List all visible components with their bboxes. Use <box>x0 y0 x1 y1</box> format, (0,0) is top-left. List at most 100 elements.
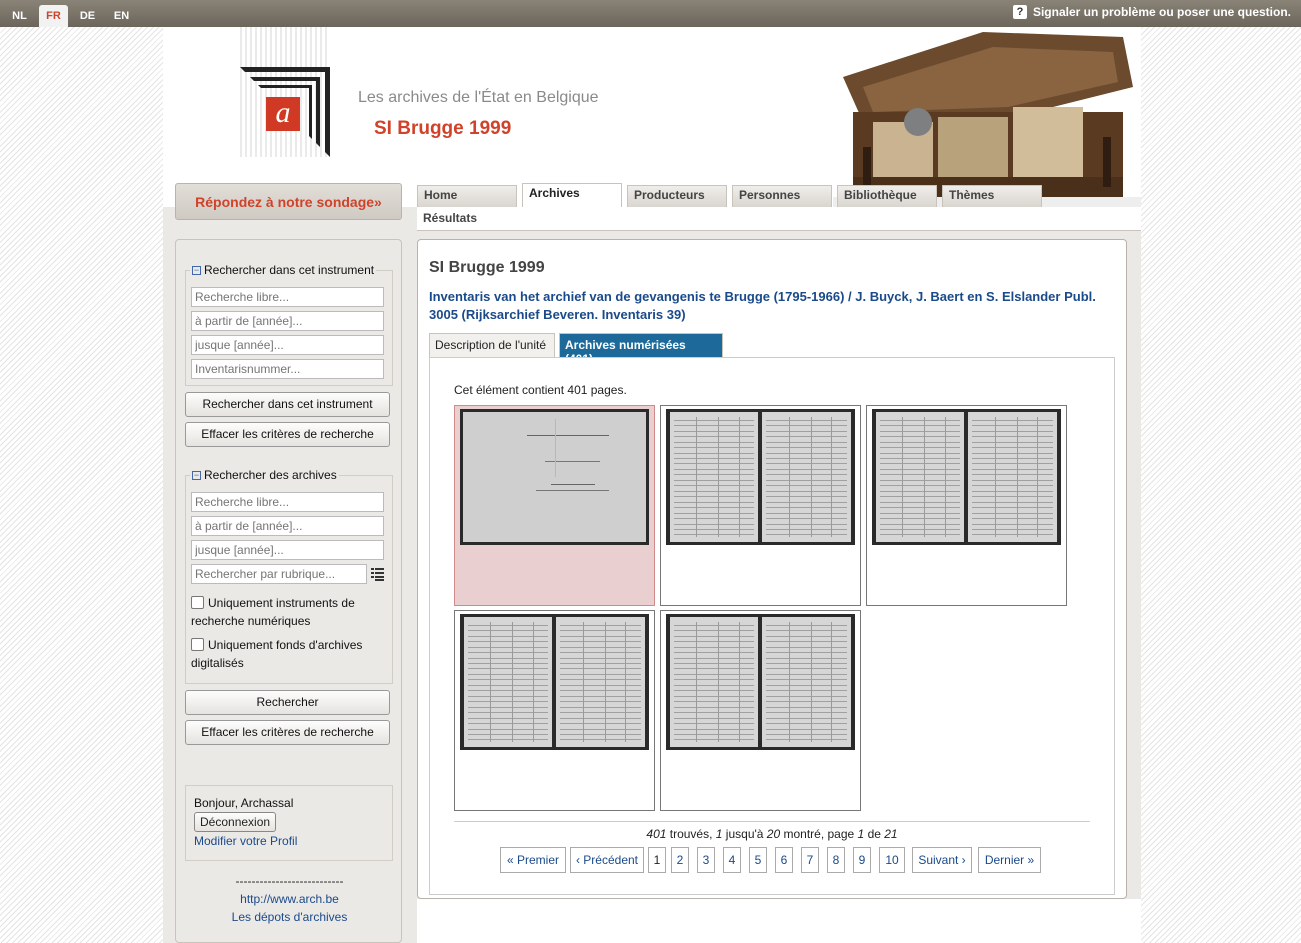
rubric-search-input[interactable] <box>191 564 367 584</box>
thumbnail-4[interactable] <box>454 610 655 811</box>
ruled-line <box>879 485 961 487</box>
report-problem-label: Signaler un problème ou poser une questi… <box>1032 5 1291 19</box>
archive-free-search-input[interactable] <box>191 492 384 512</box>
checkbox-unchecked[interactable] <box>191 638 204 651</box>
instrument-from-year-input[interactable] <box>191 311 384 331</box>
ruled-line <box>765 734 848 735</box>
tab-producteurs[interactable]: Producteurs <box>627 185 727 207</box>
ruled-line <box>673 690 755 692</box>
instrument-free-search-input[interactable] <box>191 287 384 307</box>
instrument-search-legend[interactable]: − Rechercher dans cet instrument <box>190 263 377 277</box>
ruled-line <box>673 529 755 530</box>
page-button-3[interactable]: 3 <box>697 847 715 873</box>
column-line <box>696 417 698 537</box>
page-button-4[interactable]: 4 <box>723 847 741 873</box>
page-button-1[interactable]: 1 <box>648 847 666 873</box>
page-button-9[interactable]: 9 <box>853 847 871 873</box>
ruled-line <box>765 657 848 659</box>
of-text: de <box>864 827 885 841</box>
ruled-line <box>467 630 549 632</box>
ruled-line <box>559 679 642 681</box>
ruled-line <box>467 723 549 725</box>
ruled-line <box>673 419 755 421</box>
page-sheet-left <box>876 412 964 542</box>
unit-description-title[interactable]: Inventaris van het archief van de gevang… <box>429 288 1109 324</box>
edit-profile-link[interactable]: Modifier votre Profil <box>194 834 384 848</box>
collapse-minus-icon[interactable]: − <box>192 470 201 480</box>
logout-button[interactable]: Déconnexion <box>194 812 277 832</box>
ruled-line <box>765 485 848 487</box>
checkbox-unchecked[interactable] <box>191 596 204 609</box>
ruled-line <box>673 452 755 454</box>
search-archives-button[interactable]: Rechercher <box>185 690 390 715</box>
page-button-6[interactable]: 6 <box>775 847 793 873</box>
lang-nl[interactable]: NL <box>5 5 34 27</box>
collapse-minus-icon[interactable]: − <box>192 265 201 275</box>
ruled-line <box>673 723 755 725</box>
lang-en[interactable]: EN <box>107 5 136 27</box>
digital-instruments-checkbox[interactable]: Uniquement instruments de recherche numé… <box>191 594 391 630</box>
tab-archives[interactable]: Archives <box>522 183 622 207</box>
archive-from-year-input[interactable] <box>191 516 384 536</box>
tab-bibliotheque[interactable]: Bibliothèque <box>837 185 937 207</box>
ruled-line <box>765 624 848 626</box>
tab-digitized-archives[interactable]: Archives numérisées (401) <box>559 333 723 366</box>
thumbnail-3[interactable] <box>866 405 1067 606</box>
page-button-8[interactable]: 8 <box>827 847 845 873</box>
page-sheet-right <box>556 617 645 747</box>
ruled-line <box>765 518 848 520</box>
ruled-line <box>765 684 848 686</box>
ruled-line <box>765 419 848 421</box>
page-button-2[interactable]: 2 <box>671 847 689 873</box>
tab-personnes[interactable]: Personnes <box>732 185 832 207</box>
clear-archive-criteria-button[interactable]: Effacer les critères de recherche <box>185 720 390 745</box>
lang-fr[interactable]: FR <box>39 5 68 27</box>
next-page-button[interactable]: Suivant › <box>912 847 972 873</box>
lang-de[interactable]: DE <box>73 5 102 27</box>
survey-button[interactable]: Répondez à notre sondage» <box>175 183 402 220</box>
ruled-line <box>467 657 549 659</box>
last-page-button[interactable]: Dernier » <box>978 847 1041 873</box>
page-button-10[interactable]: 10 <box>879 847 905 873</box>
instrument-to-year-input[interactable] <box>191 335 384 355</box>
state-archives-logo[interactable]: a <box>240 67 330 157</box>
pagination-info: 401 trouvés, 1 jusqu'à 20 montré, page 1… <box>454 827 1090 841</box>
content-background <box>417 899 1141 943</box>
thumbnail-5[interactable] <box>660 610 861 811</box>
archive-to-year-input[interactable] <box>191 540 384 560</box>
page-button-5[interactable]: 5 <box>749 847 767 873</box>
column-line <box>718 417 720 537</box>
arch-be-link[interactable]: http://www.arch.be <box>176 890 403 908</box>
ruled-line <box>971 463 1054 465</box>
previous-page-button[interactable]: ‹ Précédent <box>570 847 644 873</box>
report-problem-link[interactable]: ? Signaler un problème ou poser une ques… <box>1012 5 1291 19</box>
ruled-line <box>765 635 848 637</box>
ruled-line <box>673 479 755 481</box>
ruled-line <box>971 529 1054 530</box>
search-in-instrument-button[interactable]: Rechercher dans cet instrument <box>185 392 390 417</box>
first-page-button[interactable]: « Premier <box>500 847 566 873</box>
rubric-list-icon[interactable] <box>371 567 384 581</box>
subnav-resultats[interactable]: Résultats <box>423 211 477 225</box>
inventory-number-input[interactable] <box>191 359 384 379</box>
archive-depots-link[interactable]: Les dépots d'archives <box>176 908 403 926</box>
archive-search-legend[interactable]: − Rechercher des archives <box>190 468 339 482</box>
page-button-7[interactable]: 7 <box>801 847 819 873</box>
scan-title-page <box>460 409 649 545</box>
tab-themes[interactable]: Thèmes <box>942 185 1042 207</box>
thumbnail-1[interactable] <box>454 405 655 606</box>
ruled-line <box>559 739 642 741</box>
clear-instrument-criteria-button[interactable]: Effacer les critères de recherche <box>185 422 390 447</box>
ruled-line <box>673 490 755 492</box>
ruled-line <box>673 447 755 449</box>
ruled-line <box>467 712 549 714</box>
thumbnail-2[interactable] <box>660 405 861 606</box>
digital-fonds-checkbox[interactable]: Uniquement fonds d'archives digitalisés <box>191 636 391 672</box>
tab-unit-description[interactable]: Description de l'unité <box>429 333 555 357</box>
page-sheet-right <box>762 617 851 747</box>
ruled-line <box>971 468 1054 470</box>
ruled-line <box>879 419 961 421</box>
page-fold <box>554 418 556 477</box>
tab-home[interactable]: Home <box>417 185 517 207</box>
digital-fonds-label: Uniquement fonds d'archives digitalisés <box>191 638 363 670</box>
